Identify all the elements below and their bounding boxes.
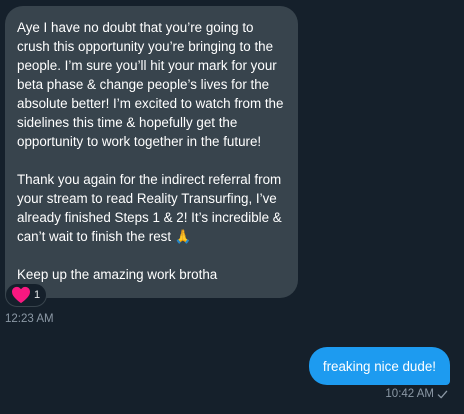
received-timestamp: 12:23 AM — [5, 313, 54, 325]
sent-message-bubble[interactable]: freaking nice dude! — [308, 347, 450, 385]
received-message-paragraph-2: Thank you again for the indirect referra… — [17, 172, 282, 244]
sent-message-text: freaking nice dude! — [322, 358, 436, 374]
received-message-paragraph-3: Keep up the amazing work brotha — [17, 267, 218, 282]
reaction-button[interactable]: 1 — [5, 283, 48, 307]
sent-message-meta: 10:42 AM — [385, 388, 448, 400]
sent-timestamp: 10:42 AM — [385, 388, 434, 400]
received-message-paragraph-1: Aye I have no doubt that you’re going to… — [17, 20, 284, 149]
check-icon — [437, 390, 448, 398]
reaction-count: 1 — [34, 289, 41, 301]
received-message-bubble[interactable]: Aye I have no doubt that you’re going to… — [5, 6, 298, 298]
heart-icon — [12, 286, 30, 304]
